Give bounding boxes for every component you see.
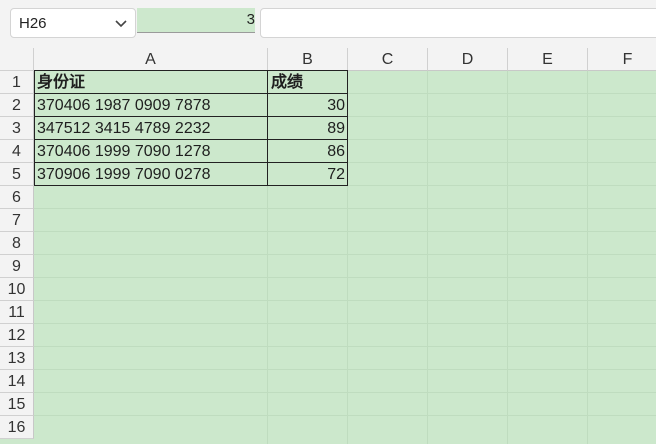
gridline	[427, 71, 428, 444]
gridline	[34, 392, 656, 393]
column-header-c[interactable]: C	[348, 48, 428, 71]
row-header-9[interactable]: 9	[0, 255, 34, 278]
select-all-corner[interactable]	[0, 48, 34, 71]
table-border	[34, 139, 348, 140]
cell-a4[interactable]: 370406 1999 7090 1278	[34, 140, 268, 163]
cell-a5[interactable]: 370906 1999 7090 0278	[34, 163, 268, 186]
chevron-down-icon[interactable]	[113, 14, 129, 32]
column-header-f[interactable]: F	[588, 48, 656, 71]
gridline	[34, 254, 656, 255]
table-border	[34, 116, 348, 117]
cell-b2[interactable]: 30	[268, 94, 348, 117]
cell-b1[interactable]: 成绩	[268, 71, 348, 94]
name-box[interactable]: H26	[10, 8, 136, 38]
row-header-5[interactable]: 5	[0, 163, 34, 186]
column-header-e[interactable]: E	[508, 48, 588, 71]
cell-a1[interactable]: 身份证	[34, 71, 268, 94]
row-header-10[interactable]: 10	[0, 278, 34, 301]
row-header-12[interactable]: 12	[0, 324, 34, 347]
table-border	[34, 93, 348, 94]
row-header-15[interactable]: 15	[0, 393, 34, 416]
formula-cell-preview: 3	[137, 8, 255, 33]
table-border	[34, 70, 348, 71]
row-header-7[interactable]: 7	[0, 209, 34, 232]
row-header-1[interactable]: 1	[0, 71, 34, 94]
row-header-4[interactable]: 4	[0, 140, 34, 163]
gridline	[34, 323, 656, 324]
gridline	[34, 346, 656, 347]
formula-input[interactable]	[260, 8, 656, 38]
cell-a3[interactable]: 347512 3415 4789 2232	[34, 117, 268, 140]
column-header-b[interactable]: B	[268, 48, 348, 71]
table-border	[34, 70, 35, 186]
formula-cell-preview-value: 3	[246, 11, 255, 28]
cell-b5[interactable]: 72	[268, 163, 348, 186]
table-border	[347, 70, 348, 186]
gridline	[507, 71, 508, 444]
gridline	[34, 231, 656, 232]
name-box-value: H26	[19, 15, 47, 32]
row-header-16[interactable]: 16	[0, 416, 34, 439]
spreadsheet-grid[interactable]: A B C D E F 1 2 3 4 5 6 7 8 9 10 11 12 1…	[0, 48, 656, 444]
cell-a2[interactable]: 370406 1987 0909 7878	[34, 94, 268, 117]
gridline	[34, 208, 656, 209]
table-border	[267, 70, 268, 186]
row-header-13[interactable]: 13	[0, 347, 34, 370]
gridline	[34, 277, 656, 278]
cell-b4[interactable]: 86	[268, 140, 348, 163]
gridline	[34, 300, 656, 301]
row-header-3[interactable]: 3	[0, 117, 34, 140]
row-header-11[interactable]: 11	[0, 301, 34, 324]
cell-b3[interactable]: 89	[268, 117, 348, 140]
row-header-6[interactable]: 6	[0, 186, 34, 209]
gridline	[587, 71, 588, 444]
table-border	[34, 162, 348, 163]
table-border	[34, 185, 348, 186]
gridline	[34, 369, 656, 370]
row-header-2[interactable]: 2	[0, 94, 34, 117]
formula-bar: H26 3	[0, 0, 656, 48]
column-header-a[interactable]: A	[34, 48, 268, 71]
row-header-8[interactable]: 8	[0, 232, 34, 255]
gridline	[34, 415, 656, 416]
row-header-14[interactable]: 14	[0, 370, 34, 393]
column-header-d[interactable]: D	[428, 48, 508, 71]
